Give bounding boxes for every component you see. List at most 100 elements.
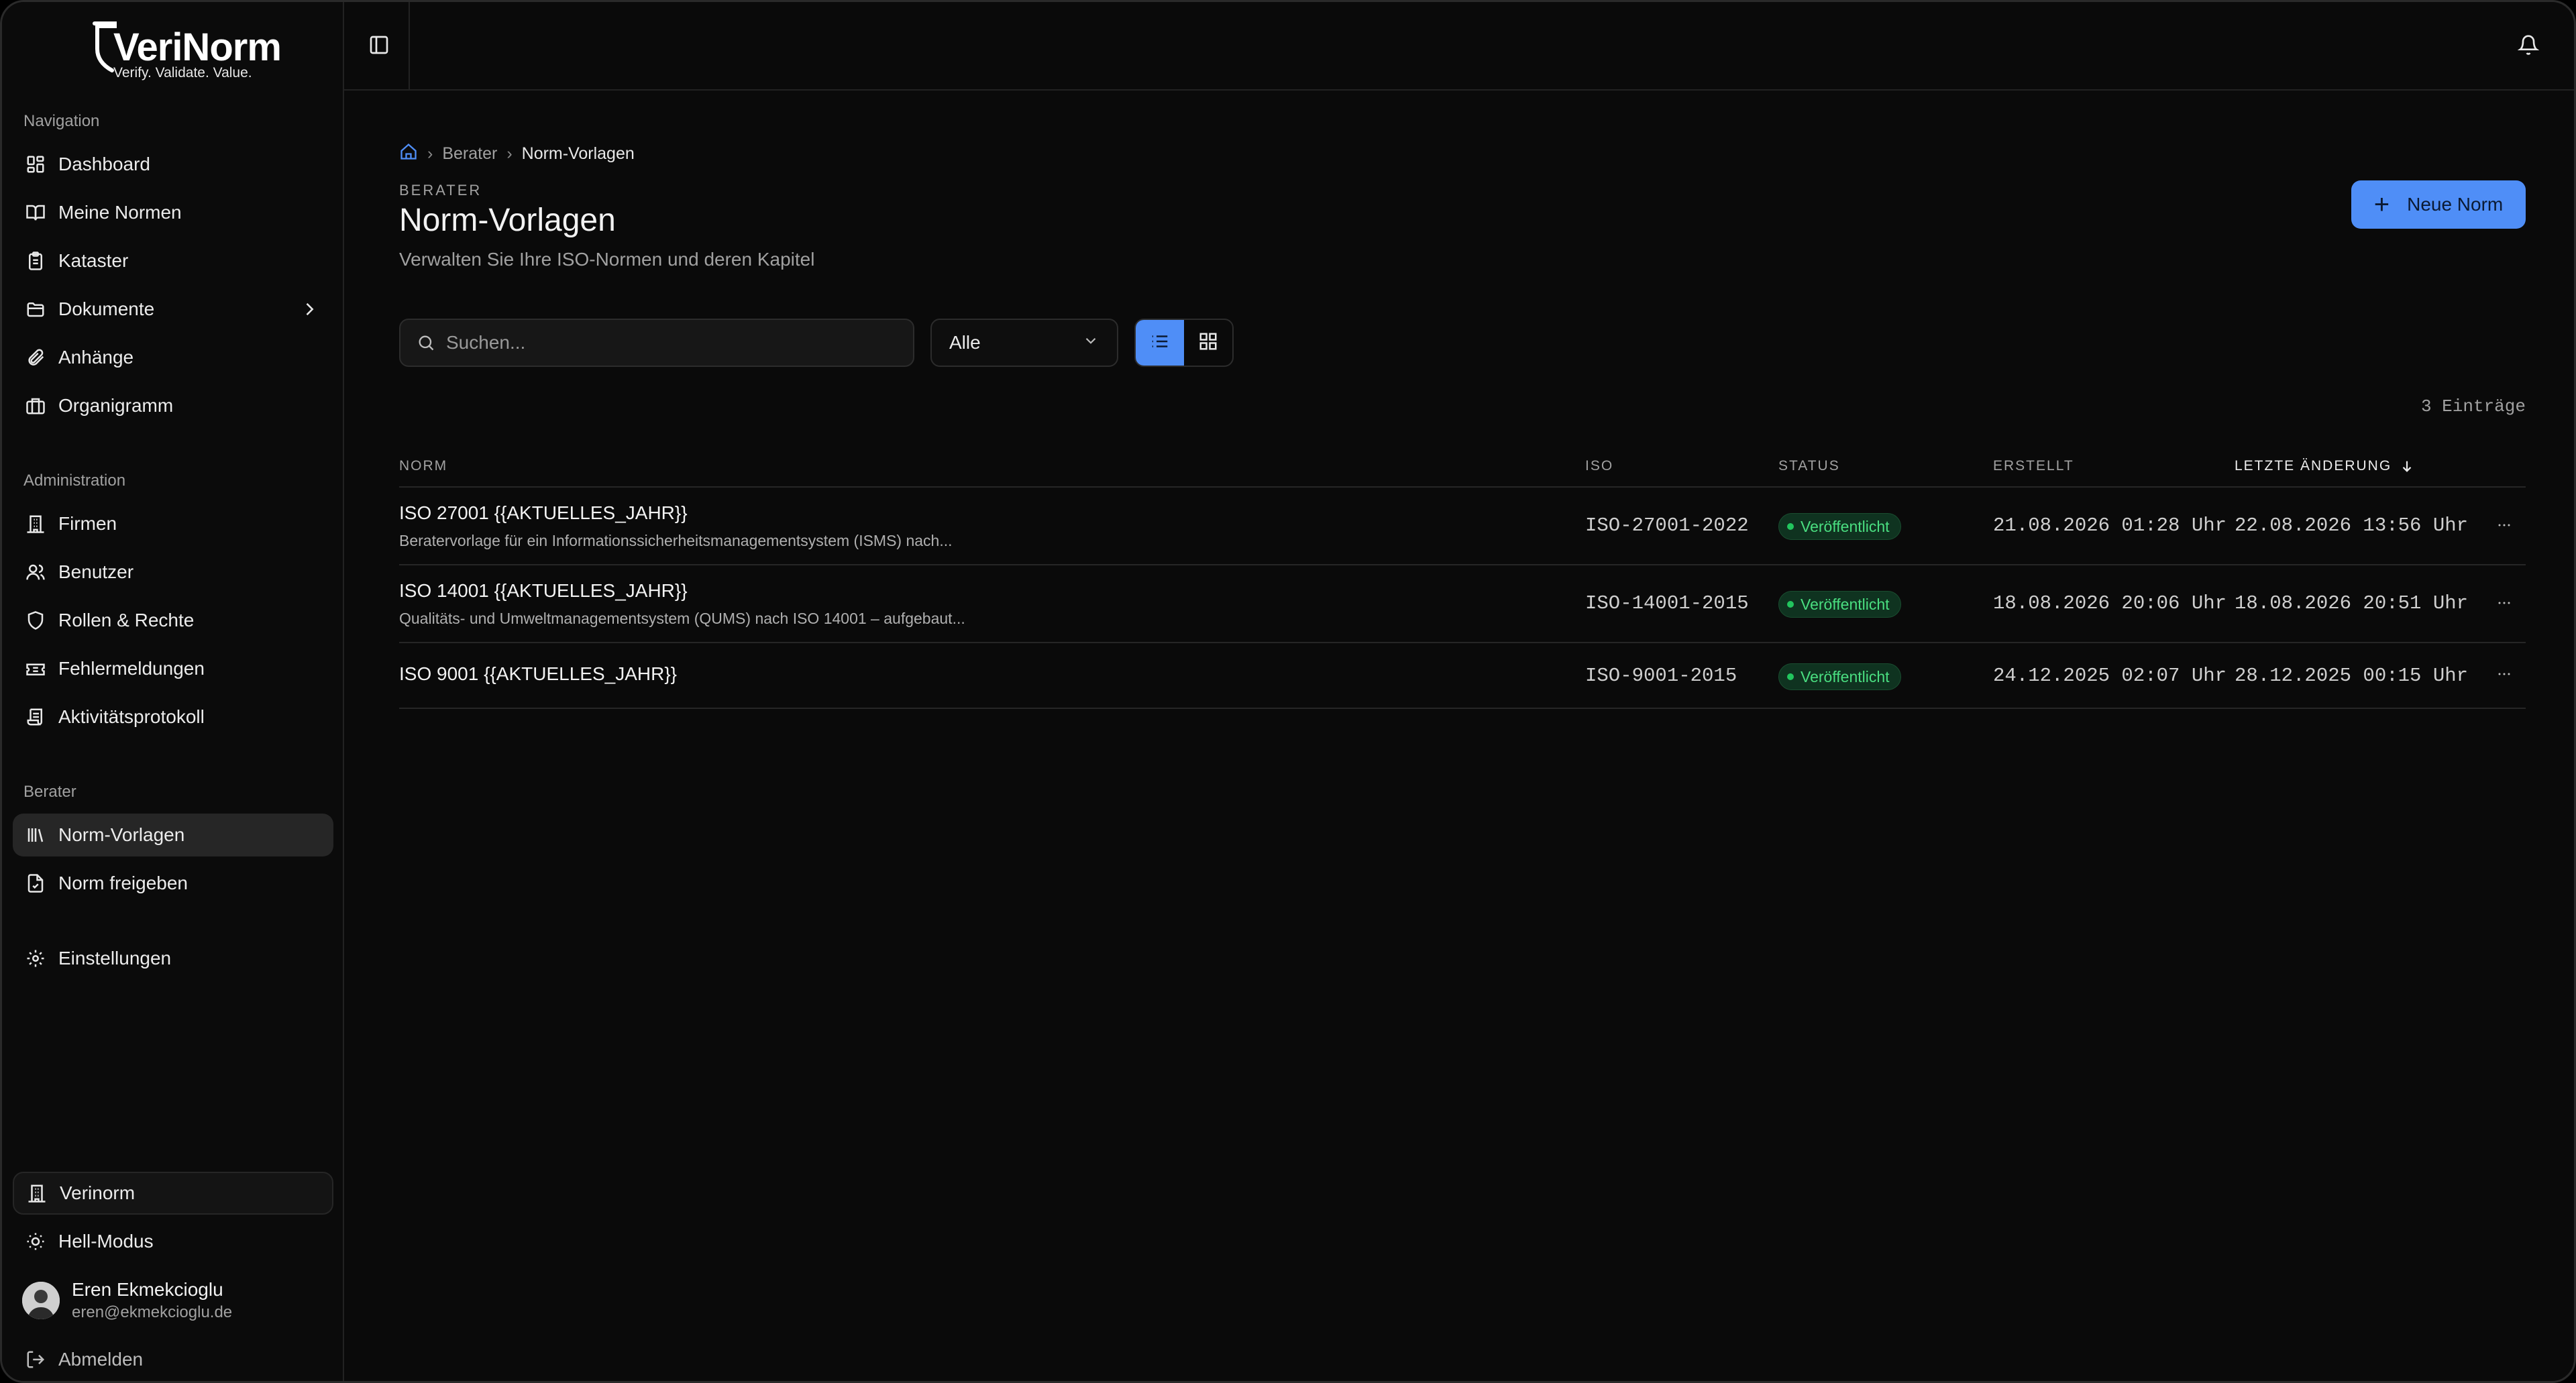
section-label-navigation: Navigation bbox=[23, 112, 100, 130]
iso-code: ISO-9001-2015 bbox=[1585, 665, 1737, 687]
table-row[interactable]: ISO 27001 {{AKTUELLES_JAHR}} Beratervorl… bbox=[399, 488, 2526, 565]
sidebar: VeriNorm Verify. Validate. Value. Naviga… bbox=[2, 2, 344, 1381]
status-dot bbox=[1787, 601, 1794, 608]
breadcrumb-separator: › bbox=[427, 144, 433, 163]
status-label: Veröffentlicht bbox=[1801, 517, 1890, 535]
file-check-icon bbox=[22, 870, 49, 897]
clipboard-icon bbox=[22, 247, 49, 274]
table-row[interactable]: ISO 14001 {{AKTUELLES_JAHR}} Qualitäts- … bbox=[399, 565, 2526, 643]
sidebar-item-label: Firmen bbox=[58, 513, 117, 534]
plus-icon: + bbox=[2373, 190, 2390, 219]
sidebar-item-norm-freigeben[interactable]: Norm freigeben bbox=[13, 862, 333, 905]
table-row[interactable]: ISO 9001 {{AKTUELLES_JAHR}} ISO-9001-201… bbox=[399, 643, 2526, 709]
iso-code: ISO-14001-2015 bbox=[1585, 592, 1749, 614]
brand-logo[interactable]: VeriNorm Verify. Validate. Value. bbox=[91, 18, 282, 80]
sidebar-item-benutzer[interactable]: Benutzer bbox=[13, 551, 333, 594]
logout-label: Abmelden bbox=[58, 1349, 144, 1370]
sidebar-item-label: Organigramm bbox=[58, 395, 174, 416]
page-eyebrow: BERATER bbox=[399, 182, 482, 199]
bell-icon bbox=[2517, 34, 2540, 59]
organization-name: Verinorm bbox=[60, 1182, 136, 1203]
norm-name[interactable]: ISO 27001 {{AKTUELLES_JAHR}} bbox=[399, 502, 688, 524]
sidebar-item-aktivitaetsprotokoll[interactable]: Aktivitätsprotokoll bbox=[13, 696, 333, 738]
search-field[interactable] bbox=[399, 319, 914, 367]
sidebar-item-dokumente[interactable]: Dokumente bbox=[13, 288, 333, 331]
sidebar-item-meine-normen[interactable]: Meine Normen bbox=[13, 191, 333, 234]
status-dot bbox=[1787, 673, 1794, 680]
norm-name[interactable]: ISO 9001 {{AKTUELLES_JAHR}} bbox=[399, 663, 677, 685]
sidebar-item-rollen-rechte[interactable]: Rollen & Rechte bbox=[13, 599, 333, 642]
column-header-label: LETZTE ÄNDERUNG bbox=[2235, 458, 2392, 474]
theme-toggle-label: Hell-Modus bbox=[58, 1231, 154, 1252]
sidebar-item-kataster[interactable]: Kataster bbox=[13, 239, 333, 282]
sidebar-item-norm-vorlagen[interactable]: Norm-Vorlagen bbox=[13, 814, 333, 856]
book-icon bbox=[22, 199, 49, 226]
home-icon[interactable] bbox=[399, 142, 418, 166]
ticket-icon bbox=[22, 655, 49, 682]
sidebar-toggle-button[interactable] bbox=[364, 32, 394, 61]
row-actions-button[interactable] bbox=[2491, 591, 2518, 618]
sidebar-item-label: Einstellungen bbox=[58, 948, 172, 969]
user-profile[interactable]: Eren Ekmekcioglu eren@ekmekcioglu.de bbox=[22, 1279, 232, 1322]
sidebar-item-einstellungen[interactable]: Einstellungen bbox=[13, 937, 333, 980]
breadcrumb-separator: › bbox=[506, 144, 513, 163]
section-label-berater: Berater bbox=[23, 783, 76, 801]
entry-count: 3 Einträge bbox=[2420, 396, 2526, 417]
breadcrumb: › Berater › Norm-Vorlagen bbox=[399, 140, 635, 167]
gear-icon bbox=[22, 945, 49, 972]
norm-name[interactable]: ISO 14001 {{AKTUELLES_JAHR}} bbox=[399, 580, 688, 602]
sidebar-item-label: Norm freigeben bbox=[58, 873, 188, 893]
column-header-norm[interactable]: NORM bbox=[399, 458, 447, 474]
chevron-right-icon[interactable] bbox=[300, 300, 319, 322]
panel-left-icon bbox=[368, 34, 390, 59]
page-subtitle: Verwalten Sie Ihre ISO-Normen und deren … bbox=[399, 249, 815, 270]
more-horizontal-icon bbox=[2495, 516, 2514, 538]
page-title: Norm-Vorlagen bbox=[399, 203, 616, 238]
user-email: eren@ekmekcioglu.de bbox=[72, 1303, 233, 1321]
status-label: Veröffentlicht bbox=[1801, 667, 1890, 685]
column-header-letzte-aenderung[interactable]: LETZTE ÄNDERUNG bbox=[2235, 458, 2414, 474]
logout-button[interactable]: Abmelden bbox=[13, 1338, 333, 1381]
more-horizontal-icon bbox=[2495, 665, 2514, 687]
folder-icon bbox=[22, 296, 49, 323]
building-icon bbox=[22, 510, 49, 537]
more-horizontal-icon bbox=[2495, 594, 2514, 616]
status-filter-value: Alle bbox=[949, 332, 981, 353]
organization-switcher[interactable]: Verinorm bbox=[13, 1172, 333, 1215]
status-filter-select[interactable]: Alle bbox=[930, 319, 1118, 367]
iso-code: ISO-27001-2022 bbox=[1585, 514, 1749, 537]
updated-date: 18.08.2026 20:51 Uhr bbox=[2235, 592, 2469, 614]
list-view-button[interactable] bbox=[1136, 320, 1184, 366]
top-bar bbox=[344, 2, 2574, 91]
sidebar-item-label: Benutzer bbox=[58, 561, 134, 582]
row-actions-button[interactable] bbox=[2491, 662, 2518, 689]
brand-name: VeriNorm bbox=[113, 25, 282, 69]
sidebar-item-fehlermeldungen[interactable]: Fehlermeldungen bbox=[13, 647, 333, 690]
new-norm-button[interactable]: + Neue Norm bbox=[2351, 180, 2526, 229]
chevron-down-icon bbox=[1082, 332, 1099, 354]
notifications-button[interactable] bbox=[2514, 32, 2543, 61]
theme-toggle[interactable]: Hell-Modus bbox=[13, 1220, 333, 1263]
sidebar-item-organigramm[interactable]: Organigramm bbox=[13, 384, 333, 427]
search-input[interactable] bbox=[446, 332, 875, 353]
logout-icon bbox=[22, 1346, 49, 1373]
sidebar-item-firmen[interactable]: Firmen bbox=[13, 502, 333, 545]
column-header-erstellt[interactable]: ERSTELLT bbox=[1993, 458, 2074, 474]
avatar bbox=[22, 1282, 60, 1319]
view-mode-toggle bbox=[1134, 319, 1234, 367]
list-icon bbox=[1150, 331, 1170, 355]
sidebar-item-label: Aktivitätsprotokoll bbox=[58, 706, 205, 727]
row-actions-button[interactable] bbox=[2491, 513, 2518, 540]
sidebar-item-anhaenge[interactable]: Anhänge bbox=[13, 336, 333, 379]
breadcrumb-item-berater[interactable]: Berater bbox=[442, 144, 497, 164]
breadcrumb-item-current: Norm-Vorlagen bbox=[521, 144, 635, 163]
column-header-status[interactable]: STATUS bbox=[1778, 458, 1840, 474]
paperclip-icon bbox=[22, 344, 49, 371]
sidebar-item-label: Rollen & Rechte bbox=[58, 610, 195, 630]
grid-view-button[interactable] bbox=[1184, 320, 1232, 366]
updated-date: 28.12.2025 00:15 Uhr bbox=[2235, 665, 2469, 687]
column-header-iso[interactable]: ISO bbox=[1585, 458, 1613, 474]
sidebar-item-dashboard[interactable]: Dashboard bbox=[13, 143, 333, 186]
created-date: 21.08.2026 01:28 Uhr bbox=[1993, 514, 2227, 537]
created-date: 24.12.2025 02:07 Uhr bbox=[1993, 665, 2227, 687]
